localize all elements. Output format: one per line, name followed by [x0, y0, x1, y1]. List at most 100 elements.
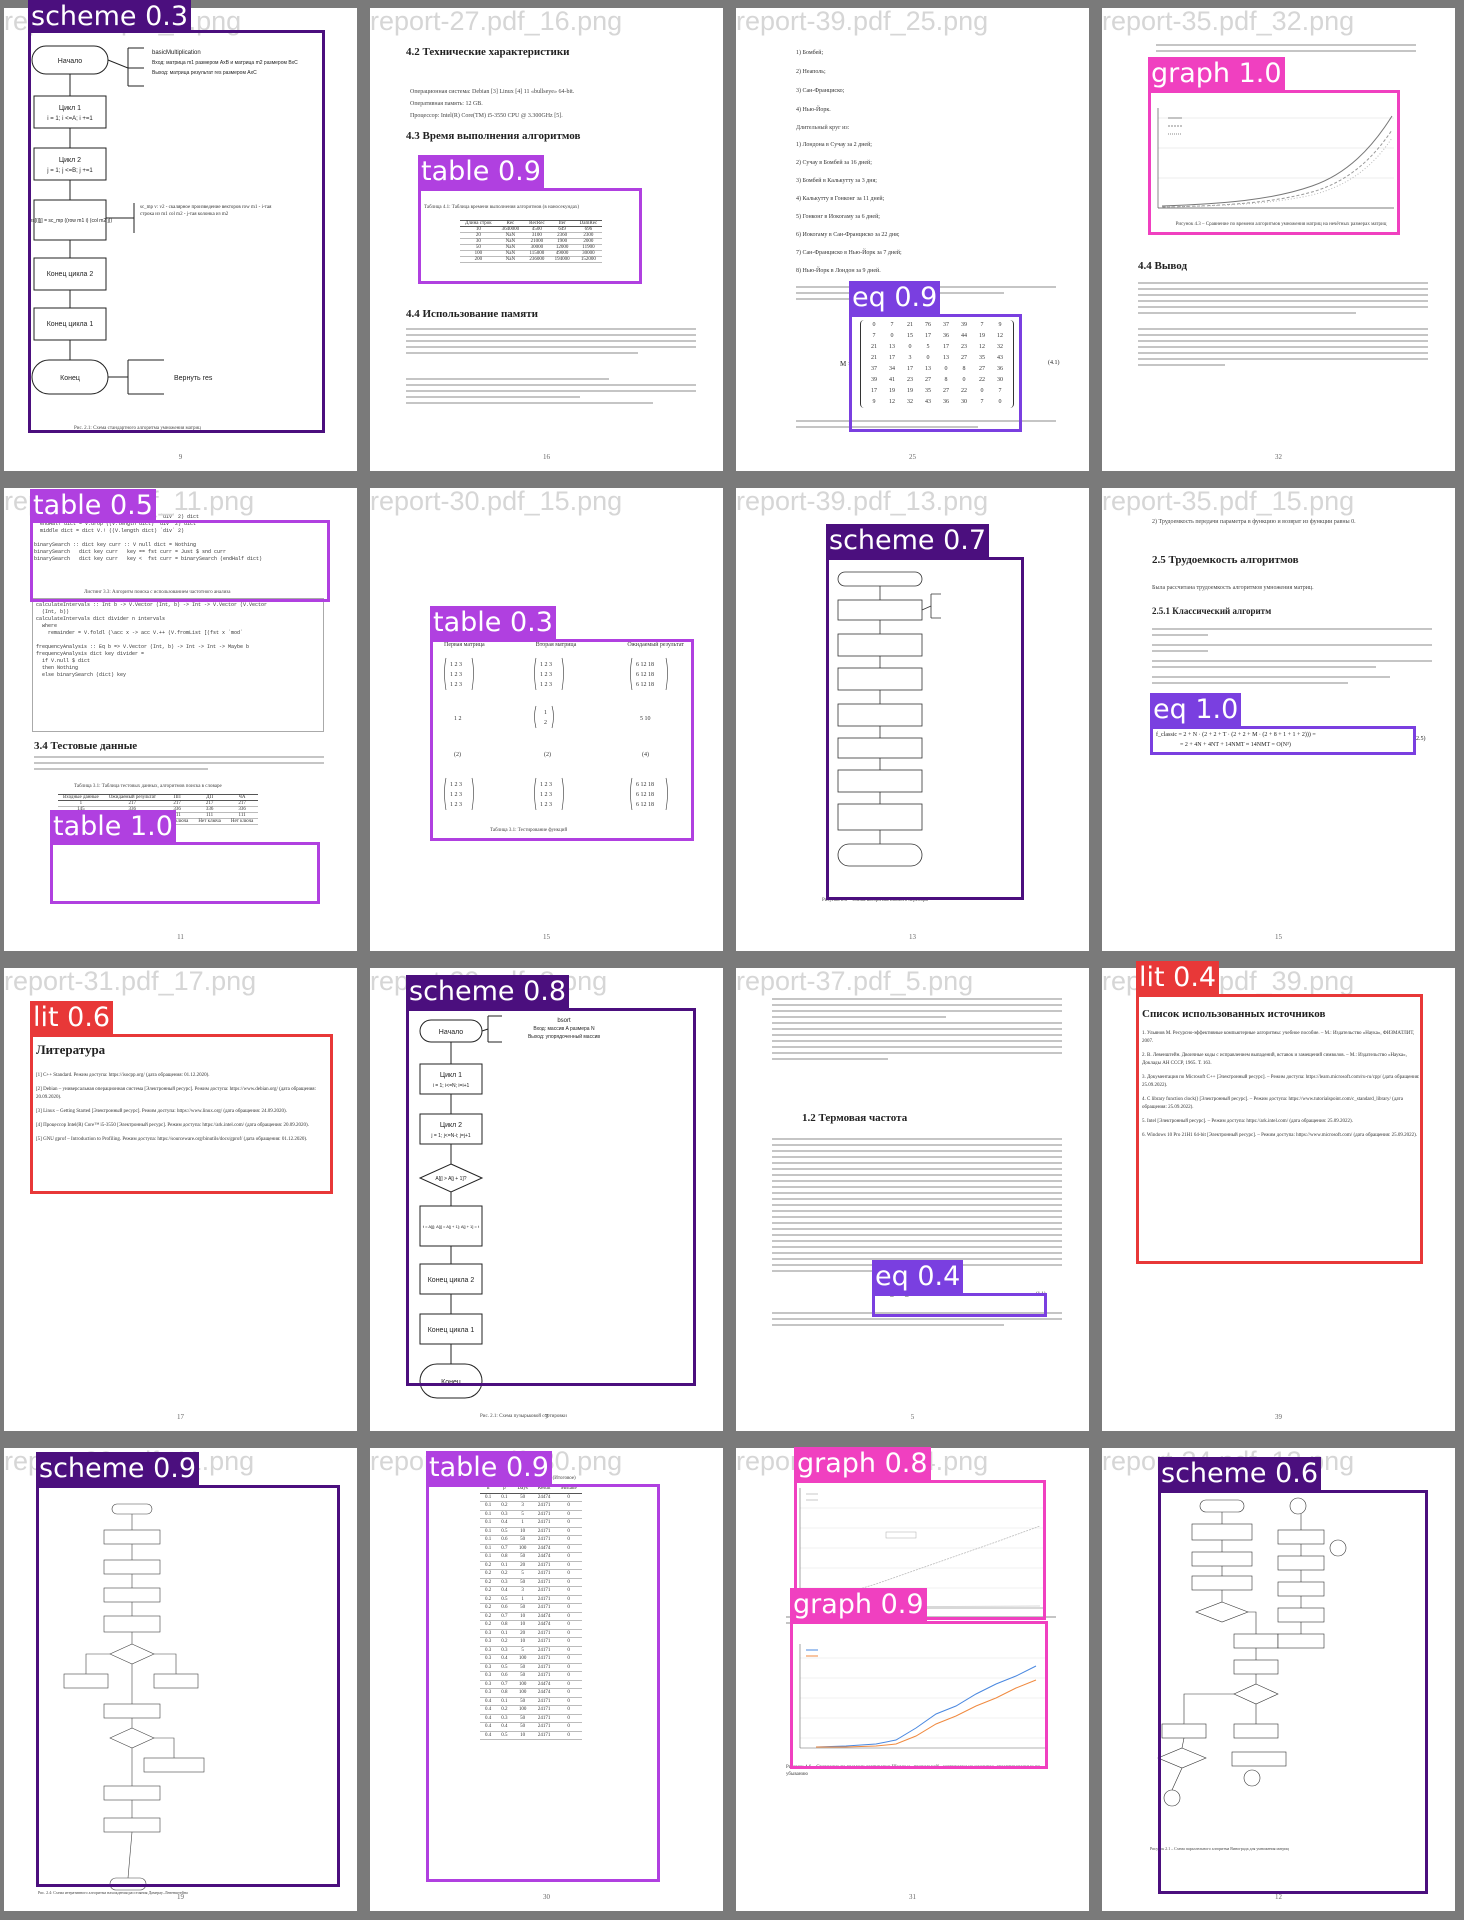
- tile[interactable]: 2) Трудоемкость передачи параметра в фун…: [1098, 480, 1464, 960]
- detection-label: eq 0.9: [849, 281, 941, 314]
- tile[interactable]: Список использованных источников 1. Улья…: [1098, 960, 1464, 1440]
- tile[interactable]: 1.2 Термовая частота TF_i = t_i / n (1.1…: [732, 960, 1098, 1440]
- filename-label: report-30.pdf_15.png: [370, 486, 623, 516]
- table-title: Таблица 3.1: Таблица тестовых данных, ал…: [74, 784, 222, 789]
- list-item: 7) Сан-Франциско в Нью-Йорк за 7 дней;: [796, 250, 902, 256]
- list-heading: Длительный круг из:: [796, 125, 850, 131]
- detection-box-table[interactable]: [426, 1484, 660, 1882]
- filename-label: report-35.pdf_15.png: [1102, 486, 1355, 516]
- detection-box-table[interactable]: [50, 842, 320, 904]
- detection-label: eq 0.4: [872, 1260, 964, 1293]
- tile[interactable]: 4.2 Технические характеристики Операцион…: [366, 0, 732, 480]
- detection-box-scheme[interactable]: [406, 1008, 696, 1386]
- text-lines: [34, 756, 324, 774]
- page-number: 32: [1275, 453, 1282, 461]
- equation-number: (4.1): [1048, 360, 1060, 366]
- detection-box-scheme[interactable]: [28, 30, 325, 433]
- page-number: 12: [1275, 1893, 1282, 1901]
- detection-box-eq[interactable]: [849, 314, 1022, 432]
- list: 1) Лондона в Сучау за 2 дней; 2) Сучау в …: [796, 136, 902, 280]
- section-heading: 3.4 Тестовые данные: [34, 740, 138, 752]
- tile[interactable]: Рис. 2.4: Схема итеративного алгоритма н…: [0, 1440, 366, 1920]
- table-header-cell: Входные данные: [58, 794, 104, 801]
- section-heading: 2.5.1 Классический алгоритм: [1152, 606, 1272, 616]
- tile[interactable]: findHalf dict = V.take ((V.length dict) …: [0, 480, 366, 960]
- tile[interactable]: 1) Бомбей; 2) Неаполь; 3) Сан-Франциско; 4)…: [732, 0, 1098, 480]
- text-lines: [1152, 628, 1432, 688]
- detection-box-graph[interactable]: [1148, 90, 1400, 235]
- detection-box-graph[interactable]: [790, 1621, 1048, 1769]
- text-lines: [772, 1138, 1062, 1276]
- detection-box-table[interactable]: [430, 639, 694, 841]
- table-header-cell: Ожидаемый результат: [103, 794, 161, 801]
- text-lines: [772, 998, 1062, 1064]
- text-lines: [1138, 282, 1428, 318]
- tile[interactable]: Начало Цикл 1 i = 1; i <=A; i +=1 Цикл 2…: [0, 0, 366, 480]
- page-number: 25: [909, 453, 916, 461]
- paragraph: 2) Трудоемкость передачи параметра в фун…: [1152, 519, 1356, 525]
- text-lines: [1138, 328, 1428, 370]
- detection-box-lit[interactable]: [1136, 994, 1423, 1264]
- list-item: 3) Сан-Франциско;: [796, 88, 845, 94]
- page-number: 31: [909, 1893, 916, 1901]
- detection-box-eq[interactable]: [1150, 726, 1416, 755]
- list-item: 8) Нью-Йорк в Лондон за 9 дней.: [796, 268, 881, 274]
- list: 1) Бомбей; 2) Неаполь; 3) Сан-Франциско; 4)…: [796, 44, 844, 120]
- section-heading: 4.4 Вывод: [1138, 260, 1188, 272]
- detection-label: table 0.9: [418, 155, 544, 188]
- detection-box-eq[interactable]: [872, 1293, 1047, 1317]
- detection-label: table 0.9: [426, 1451, 552, 1484]
- section-heading: 1.2 Термовая частота: [802, 1112, 908, 1124]
- page-number: 9: [178, 453, 183, 461]
- tile[interactable]: Литература [1] C++ Standard. Режим досту…: [0, 960, 366, 1440]
- list-item: 4) Нью-Йорк.: [796, 107, 831, 113]
- bullet: Процессор: Intel(R) Core(TM) i5-3550 CPU…: [410, 113, 563, 119]
- tile[interactable]: Начало Цикл 1 i = 1; i<=N; i=i+1 Цикл 2 …: [366, 960, 732, 1440]
- filename-label: report-39.pdf_25.png: [736, 6, 989, 36]
- page-number: 15: [1275, 933, 1282, 941]
- detection-box-table[interactable]: [418, 188, 642, 284]
- tile[interactable]: Рисунок 4.6 – Сравнение по времени сорти…: [732, 1440, 1098, 1920]
- detection-box-scheme[interactable]: [1158, 1490, 1428, 1894]
- page-number: 19: [177, 1893, 184, 1901]
- detection-label: lit 0.6: [30, 1001, 114, 1034]
- table-cell: Нет ключа: [225, 818, 259, 825]
- paragraph: Была рассчитана трудоемкость алгоритмов …: [1152, 585, 1314, 591]
- detection-box-lit[interactable]: [30, 1034, 333, 1194]
- detection-label: scheme 0.3: [28, 0, 192, 33]
- tile[interactable]: Рисунок 2.1 – Схема параллельного алгори…: [1098, 1440, 1464, 1920]
- page-number: 39: [1275, 1413, 1282, 1421]
- detection-label: graph 1.0: [1148, 57, 1285, 90]
- code-listing: calculateIntervals :: Int b -> V.Vector …: [36, 602, 268, 678]
- list-item: 2) Неаполь;: [796, 69, 826, 75]
- detection-label: eq 1.0: [1150, 693, 1242, 726]
- detection-box-scheme[interactable]: [826, 557, 1024, 900]
- section-heading: 4.2 Технические характеристики: [406, 46, 570, 58]
- detection-label: table 0.5: [30, 489, 156, 522]
- detection-label: scheme 0.8: [406, 975, 570, 1008]
- tile[interactable]: Рисунок 2.6 – Схема алгоритма полного пе…: [732, 480, 1098, 960]
- detection-label: scheme 0.9: [36, 1452, 200, 1485]
- list-item: 1) Лондона в Сучау за 2 дней;: [796, 142, 872, 148]
- page-number: 7: [544, 1413, 549, 1421]
- detection-label: table 0.3: [430, 606, 556, 639]
- table-cell: Нет ключа: [193, 818, 226, 825]
- text-lines: [406, 378, 696, 408]
- list-item: 2) Сучау в Бомбей за 16 дней;: [796, 160, 872, 166]
- filename-label: report-35.pdf_32.png: [1102, 6, 1355, 36]
- detection-box-scheme[interactable]: [36, 1485, 340, 1887]
- filename-label: report-31.pdf_17.png: [4, 966, 257, 996]
- tile[interactable]: Первая матрица Вторая матрица Ожидаемый ре…: [366, 480, 732, 960]
- list-item: 3) Бомбей в Калькутту за 3 дня;: [796, 178, 877, 184]
- detection-box-table[interactable]: [30, 520, 330, 602]
- section-heading: 4.3 Время выполнения алгоритмов: [406, 130, 581, 142]
- tile[interactable]: Рисунок 4.3 – Сравнение по времени алгор…: [1098, 0, 1464, 480]
- page-number: 11: [177, 933, 184, 941]
- list-item: 4) Калькутту в Гонконг за 11 дней;: [796, 196, 885, 202]
- bullet: Операционная система: Debian [3] Linux […: [410, 89, 575, 95]
- bullet: Оперативная память: 12 GB.: [410, 101, 483, 107]
- detection-label: graph 0.9: [790, 1588, 927, 1621]
- filename-label: report-37.pdf_5.png: [736, 966, 974, 996]
- detection-label: scheme 0.6: [1158, 1457, 1322, 1490]
- tile[interactable]: Таблица 4.2 – Выборка из параметров для …: [366, 1440, 732, 1920]
